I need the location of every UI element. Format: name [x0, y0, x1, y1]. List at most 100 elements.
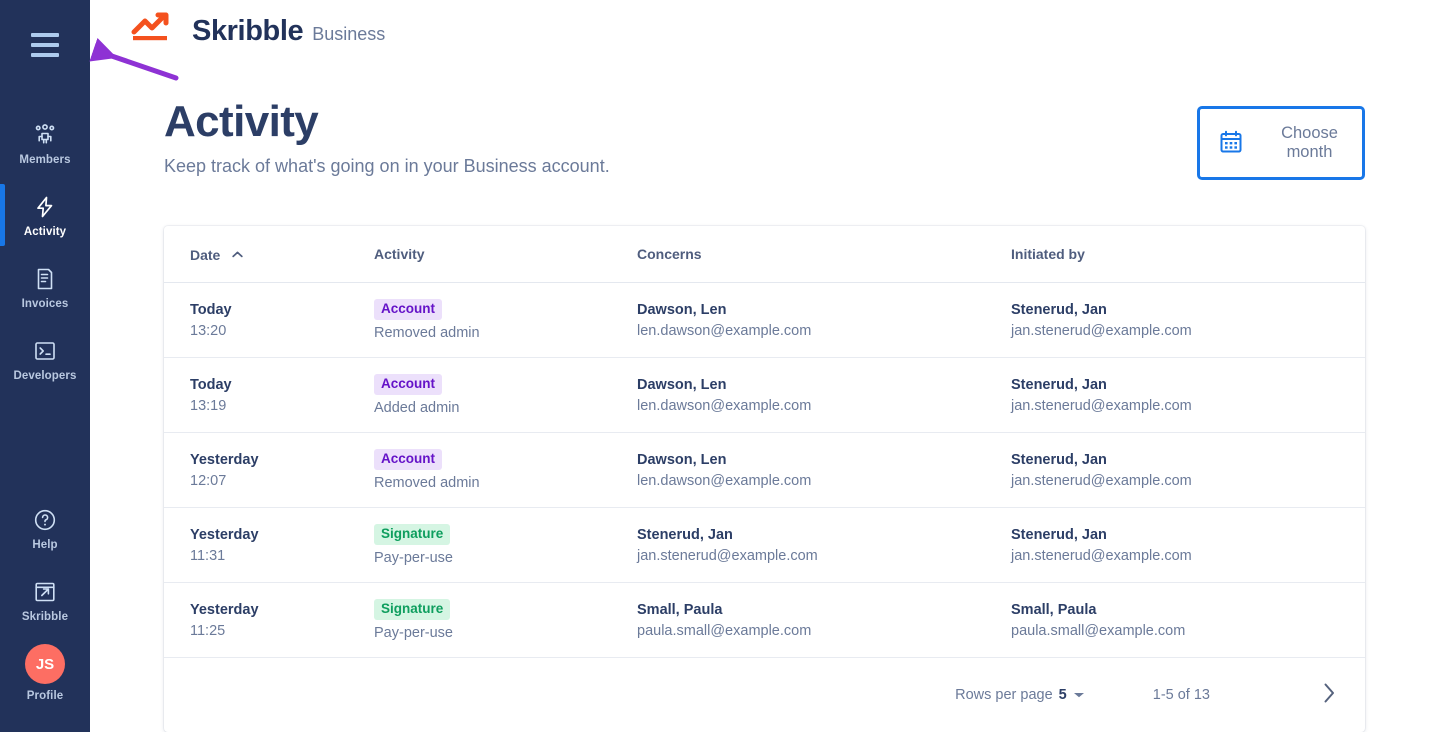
choose-month-button[interactable]: Choose month: [1197, 106, 1365, 180]
row-concerns-name: Small, Paula: [637, 601, 723, 618]
row-concerns-name: Dawson, Len: [637, 376, 727, 393]
cell-activity: Account Removed admin: [374, 298, 637, 342]
table-row[interactable]: Yesterday 11:31 Signature Pay-per-use Stener…: [164, 508, 1365, 583]
row-date: Yesterday: [190, 451, 259, 468]
row-initiated-email: jan.stenerud@example.com: [1011, 397, 1192, 414]
row-initiated-email: jan.stenerud@example.com: [1011, 322, 1192, 339]
hamburger-menu-icon[interactable]: [31, 33, 59, 57]
column-header-label: Date: [190, 247, 221, 263]
column-header-concerns[interactable]: Concerns: [637, 246, 1011, 262]
activity-table-card: Date Activity Concerns Initiated by Toda…: [164, 226, 1365, 732]
sidebar-nav-main: Members Activity Invoices Developers: [0, 108, 90, 396]
row-initiated-name: Stenerud, Jan: [1011, 526, 1107, 543]
sidebar-item-label: Invoices: [21, 298, 69, 310]
row-initiated-name: Stenerud, Jan: [1011, 301, 1107, 318]
cell-activity: Account Removed admin: [374, 448, 637, 492]
rows-per-page-value: 5: [1058, 687, 1067, 703]
row-time: 11:25: [190, 622, 226, 639]
sidebar-item-members[interactable]: Members: [0, 108, 90, 180]
row-concerns-email: len.dawson@example.com: [637, 322, 812, 339]
cell-concerns: Dawson, Len len.dawson@example.com: [637, 452, 1011, 489]
brand-logo[interactable]: Skribble Business: [131, 12, 385, 46]
app-root: Members Activity Invoices Developers Hel…: [0, 0, 1440, 732]
row-activity-detail: Added admin: [374, 400, 460, 417]
column-header-date[interactable]: Date: [164, 245, 374, 263]
status-badge: Account: [374, 448, 442, 471]
sidebar-item-invoices[interactable]: Invoices: [0, 252, 90, 324]
cell-concerns: Dawson, Len len.dawson@example.com: [637, 377, 1011, 414]
sidebar-item-skribble[interactable]: Skribble: [0, 565, 90, 637]
invoice-document-icon: [32, 266, 58, 292]
row-activity-detail: Pay-per-use: [374, 625, 453, 642]
sidebar: Members Activity Invoices Developers Hel…: [0, 0, 90, 732]
row-initiated-name: Small, Paula: [1011, 601, 1097, 618]
active-indicator: [0, 184, 5, 246]
developers-terminal-icon: [32, 338, 58, 364]
pagination-bar: Rows per page 5 1-5 of 13: [164, 658, 1365, 732]
cell-initiated-by: Stenerud, Jan jan.stenerud@example.com: [1011, 527, 1365, 564]
skribble-chart-logo-icon: [131, 12, 183, 46]
status-badge: Signature: [374, 598, 451, 621]
sidebar-item-help[interactable]: Help: [0, 493, 90, 565]
sidebar-item-label: Skribble: [21, 611, 69, 623]
row-initiated-name: Stenerud, Jan: [1011, 451, 1107, 468]
cell-date: Yesterday 12:07: [164, 452, 374, 489]
external-link-icon: [32, 579, 58, 605]
sidebar-item-label: Members: [19, 154, 71, 166]
cell-date: Yesterday 11:31: [164, 527, 374, 564]
table-body: Today 13:20 Account Removed admin Dawson, Le…: [164, 283, 1365, 658]
rows-per-page-label: Rows per page: [955, 687, 1053, 703]
row-concerns-email: len.dawson@example.com: [637, 397, 812, 414]
next-page-button[interactable]: [1322, 682, 1337, 709]
row-date: Today: [190, 301, 232, 318]
column-header-initiated-by[interactable]: Initiated by: [1011, 246, 1365, 262]
cell-concerns: Dawson, Len len.dawson@example.com: [637, 302, 1011, 339]
sidebar-item-profile[interactable]: JS Profile: [0, 637, 90, 709]
row-time: 13:20: [190, 322, 227, 339]
row-initiated-email: paula.small@example.com: [1011, 622, 1186, 639]
table-row[interactable]: Today 13:20 Account Removed admin Dawson, Le…: [164, 283, 1365, 358]
sidebar-item-activity[interactable]: Activity: [0, 180, 90, 252]
sidebar-item-developers[interactable]: Developers: [0, 324, 90, 396]
calendar-icon: [1219, 130, 1243, 157]
row-activity-detail: Removed admin: [374, 475, 480, 492]
brand-suffix: Business: [312, 23, 386, 44]
row-initiated-name: Stenerud, Jan: [1011, 376, 1107, 393]
sidebar-item-label: Activity: [23, 226, 67, 238]
brand-name: Skribble: [192, 15, 304, 47]
cell-date: Yesterday 11:25: [164, 602, 374, 639]
sidebar-item-label: Developers: [13, 370, 77, 382]
chevron-up-icon: [232, 245, 243, 261]
cell-activity: Signature Pay-per-use: [374, 523, 637, 567]
page-subtitle: Keep track of what's going on in your Bu…: [164, 156, 610, 176]
cell-activity: Signature Pay-per-use: [374, 598, 637, 642]
row-concerns-email: len.dawson@example.com: [637, 472, 812, 489]
sidebar-item-label: Profile: [26, 690, 64, 702]
row-concerns-name: Stenerud, Jan: [637, 526, 733, 543]
row-concerns-email: paula.small@example.com: [637, 622, 812, 639]
cell-initiated-by: Stenerud, Jan jan.stenerud@example.com: [1011, 452, 1365, 489]
cell-activity: Account Added admin: [374, 373, 637, 417]
column-header-activity[interactable]: Activity: [374, 246, 637, 262]
row-initiated-email: jan.stenerud@example.com: [1011, 547, 1192, 564]
page-title: Activity: [164, 97, 319, 146]
cell-date: Today 13:19: [164, 377, 374, 414]
avatar: JS: [25, 644, 65, 684]
table-row[interactable]: Yesterday 11:25 Signature Pay-per-use Small,…: [164, 583, 1365, 658]
table-row[interactable]: Today 13:19 Account Added admin Dawson, Len l…: [164, 358, 1365, 433]
members-icon: [32, 122, 58, 148]
row-date: Yesterday: [190, 601, 259, 618]
help-question-icon: [32, 507, 58, 533]
pagination-range: 1-5 of 13: [1152, 687, 1210, 703]
sidebar-nav-bottom: Help Skribble JS Profile: [0, 493, 90, 709]
row-date: Today: [190, 376, 232, 393]
choose-month-label: Choose month: [1281, 124, 1338, 161]
row-activity-detail: Removed admin: [374, 325, 480, 342]
row-time: 13:19: [190, 397, 227, 414]
cell-concerns: Small, Paula paula.small@example.com: [637, 602, 1011, 639]
rows-per-page-select[interactable]: Rows per page 5: [955, 687, 1085, 703]
cell-initiated-by: Small, Paula paula.small@example.com: [1011, 602, 1365, 639]
table-header-row: Date Activity Concerns Initiated by: [164, 226, 1365, 283]
table-row[interactable]: Yesterday 12:07 Account Removed admin Dawson…: [164, 433, 1365, 508]
row-activity-detail: Pay-per-use: [374, 550, 453, 567]
